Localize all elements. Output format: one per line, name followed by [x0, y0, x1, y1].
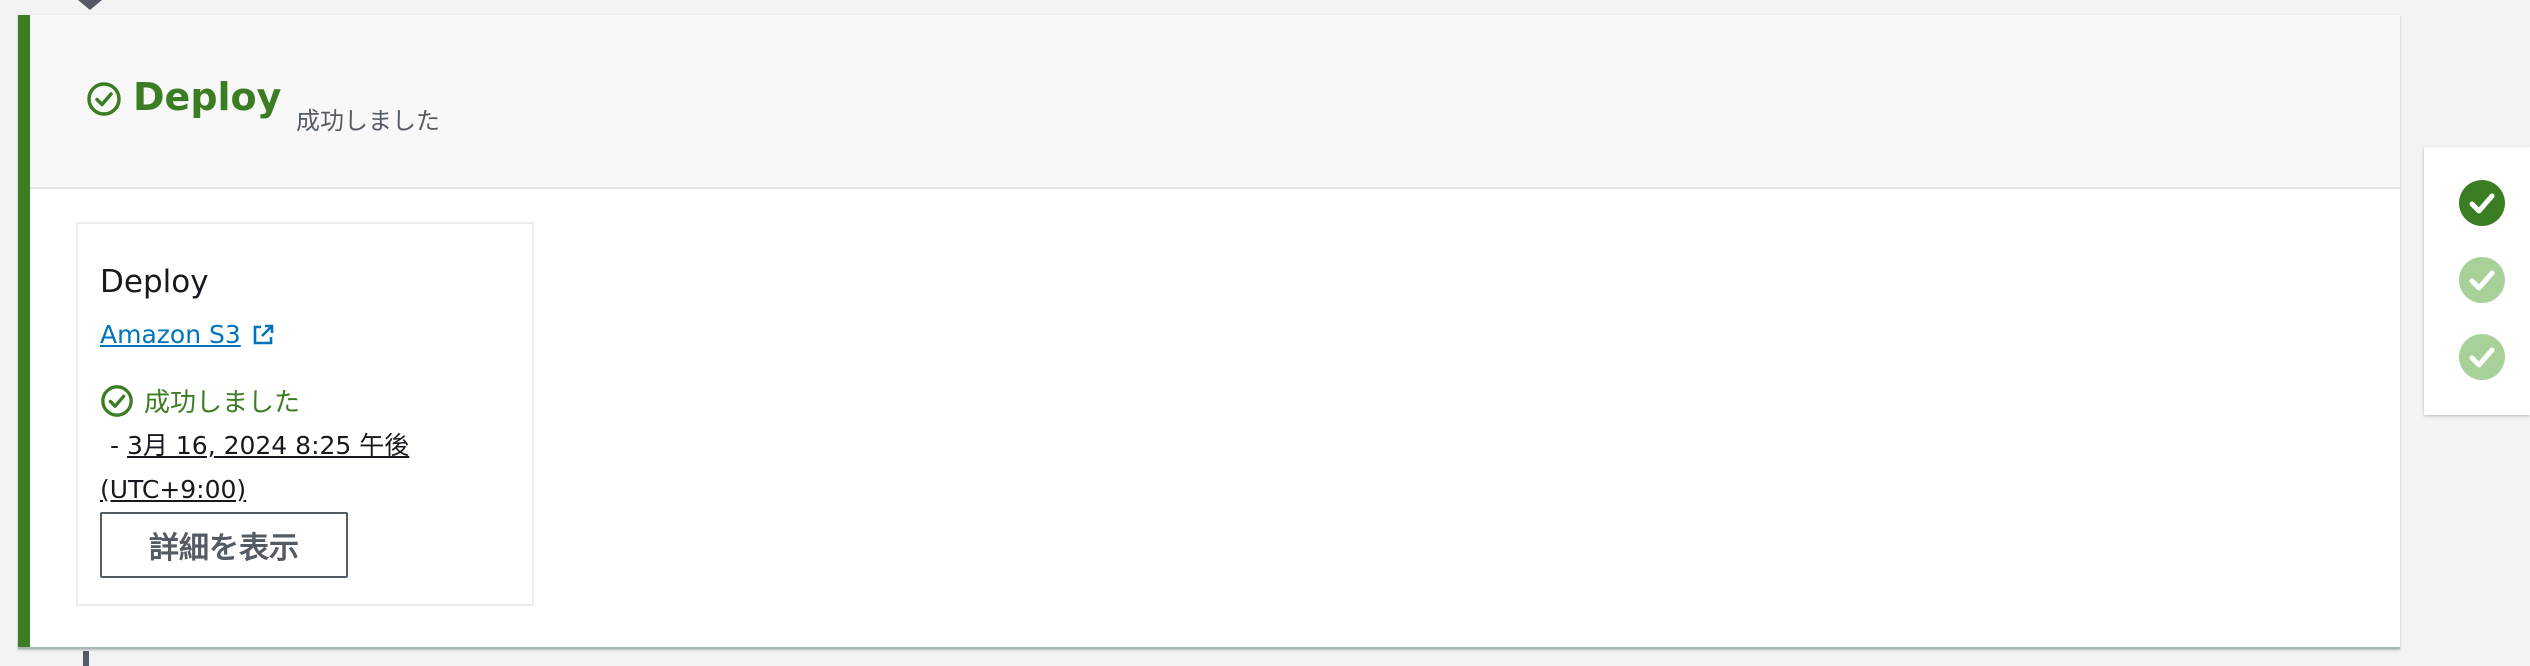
view-details-button[interactable]: 詳細を表示 [100, 512, 348, 578]
stage-side-nav [2424, 147, 2530, 415]
stage-header: Deploy 成功しました [30, 15, 2400, 189]
stage-card-deploy: Deploy 成功しました Deploy Amazon S3 成功しました -3… [18, 15, 2400, 649]
check-circle-icon[interactable] [2458, 333, 2506, 381]
success-check-icon [101, 384, 133, 417]
action-title: Deploy [100, 264, 209, 300]
stage-status-accent-bar [18, 15, 30, 647]
action-status-text: 成功しました [144, 388, 301, 418]
action-timestamp: -3月 16, 2024 8:25 午後 (UTC+9:00) [100, 424, 480, 512]
action-card-deploy: Deploy Amazon S3 成功しました -3月 16, 2024 8:2… [76, 222, 534, 606]
timestamp-link[interactable]: 3月 16, 2024 8:25 午後 [127, 431, 409, 460]
action-provider-link[interactable]: Amazon S3 [100, 320, 275, 349]
timezone-link[interactable]: (UTC+9:00) [100, 475, 246, 504]
pipeline-connector-line [83, 651, 89, 666]
action-status: 成功しました [100, 382, 300, 419]
timestamp-prefix: - [110, 431, 120, 460]
external-link-icon[interactable] [251, 323, 275, 347]
stage-status-text: 成功しました [296, 107, 440, 135]
stage-title: Deploy [133, 75, 282, 119]
success-check-icon [87, 82, 121, 116]
check-circle-icon[interactable] [2458, 179, 2506, 227]
pipeline-connector-arrow [78, 0, 102, 10]
check-circle-icon[interactable] [2458, 256, 2506, 304]
action-provider-label[interactable]: Amazon S3 [100, 320, 241, 349]
